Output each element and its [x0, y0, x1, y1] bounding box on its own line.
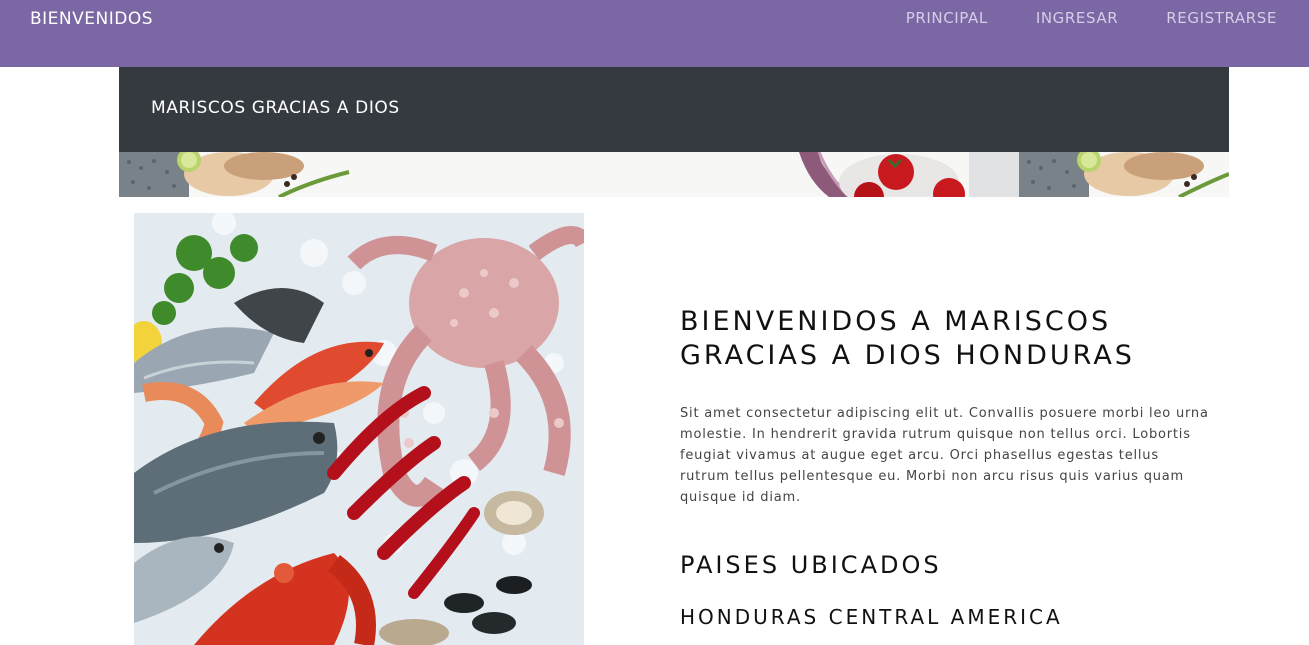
brand-link[interactable]: BIENVENIDOS	[30, 9, 153, 29]
seafood-photo	[134, 213, 584, 645]
site-title: MARISCOS GRACIAS A DIOS	[151, 98, 400, 118]
welcome-section: BIENVENIDOS A MARISCOS GRACIAS A DIOS HO…	[680, 305, 1210, 508]
nav-links: PRINCIPAL INGRESAR REGISTRARSE	[906, 9, 1277, 27]
site-title-bar: MARISCOS GRACIAS A DIOS	[119, 67, 1229, 152]
seafood-graphic	[134, 213, 584, 645]
banner-image	[119, 152, 1229, 197]
nav-link-principal[interactable]: PRINCIPAL	[906, 9, 988, 27]
welcome-heading: BIENVENIDOS A MARISCOS GRACIAS A DIOS HO…	[680, 306, 1135, 371]
nav-link-ingresar[interactable]: INGRESAR	[1036, 9, 1118, 27]
nav-link-registrarse[interactable]: REGISTRARSE	[1166, 9, 1277, 27]
countries-heading: PAISES UBICADOS	[680, 551, 942, 579]
country-name: HONDURAS CENTRAL AMERICA	[680, 605, 1063, 629]
intro-paragraph: Sit amet consectetur adipiscing elit ut.…	[680, 406, 1209, 505]
banner-graphic	[119, 152, 1229, 197]
top-navbar: BIENVENIDOS PRINCIPAL INGRESAR REGISTRAR…	[0, 0, 1309, 67]
